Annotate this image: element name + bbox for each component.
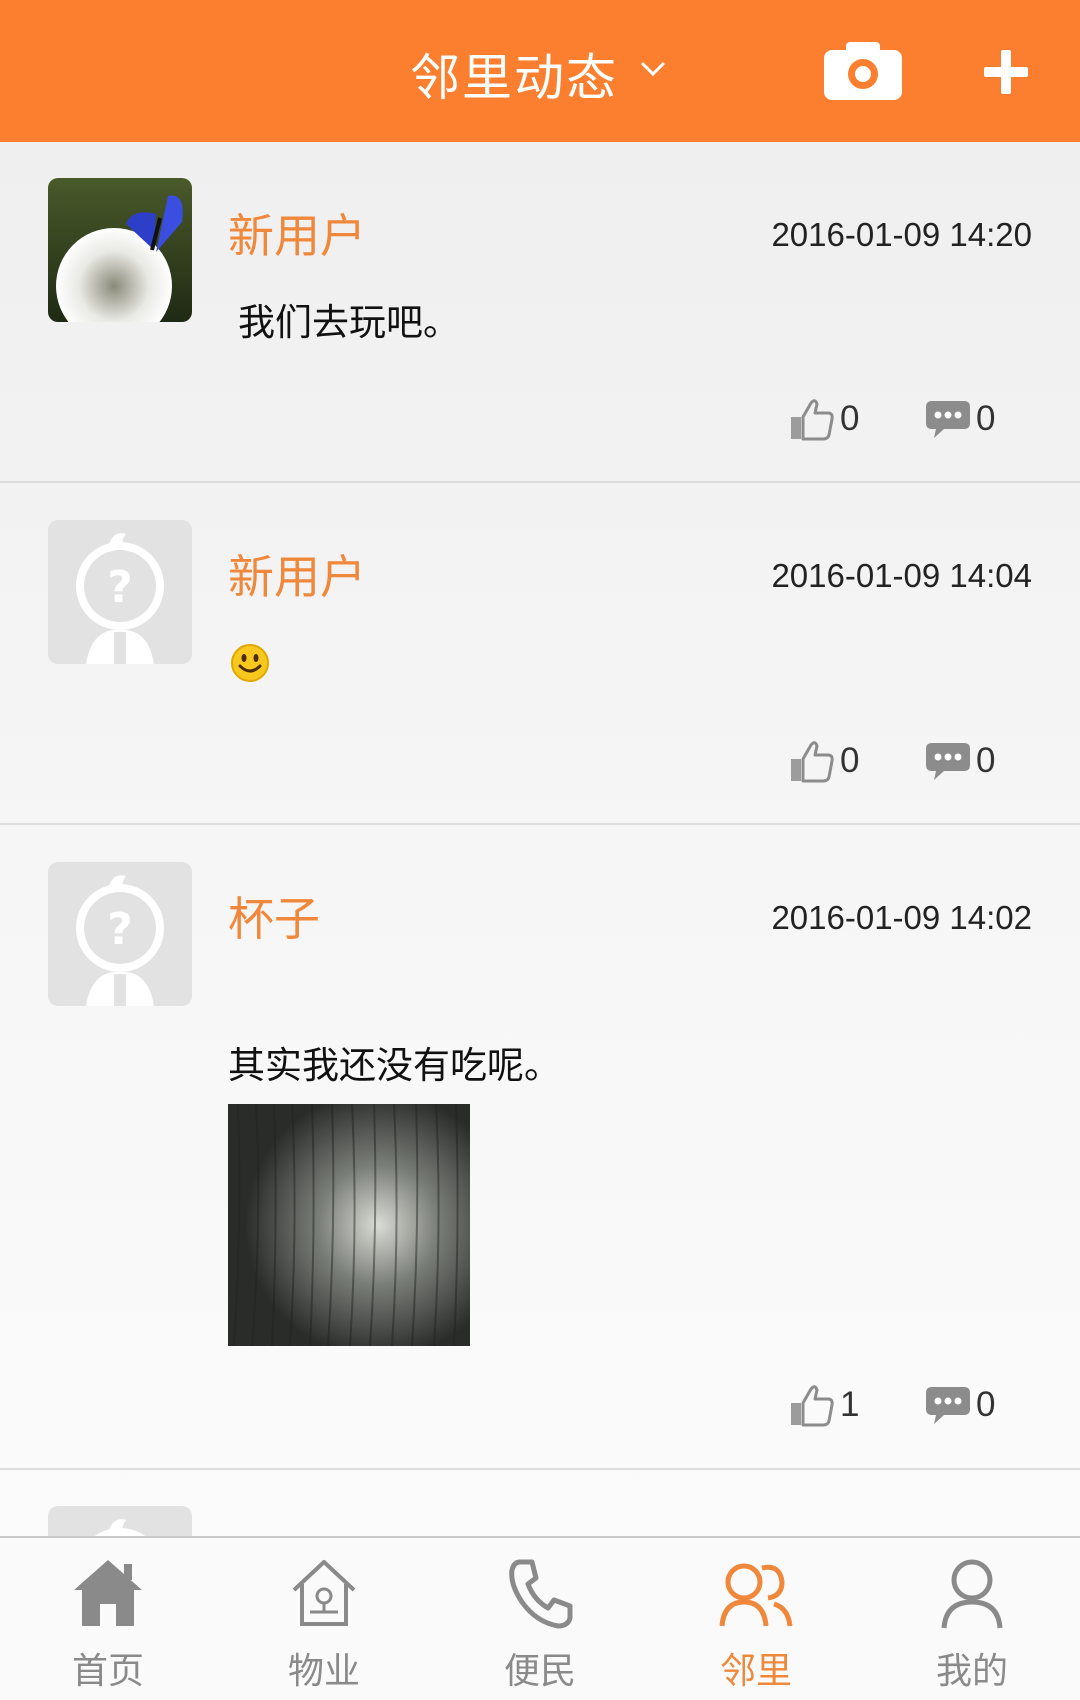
comment-icon [924,1381,972,1429]
smiley-emoji [231,644,269,682]
tab-neighbors[interactable]: 邻里 [648,1538,864,1700]
phone-icon [509,1559,573,1629]
post-item[interactable]: 新用户 2016-01-09 14:04 0 0 [0,483,1080,825]
post-time: 2016-01-09 14:04 [771,557,1032,594]
top-bar: 邻里动态 [0,0,1080,142]
like-count: 0 [840,741,860,780]
thumbs-up-icon [788,737,836,785]
comment-count: 0 [976,741,996,780]
butterfly-dandelion-photo [48,178,192,322]
tab-property[interactable]: 物业 [216,1538,432,1700]
username[interactable]: 杯子 [228,883,320,949]
thumbs-up-icon [788,395,836,443]
user-icon [941,1559,1003,1629]
plus-icon[interactable] [982,48,1030,96]
default-avatar [48,1506,192,1536]
comment-button[interactable]: 0 [924,1380,995,1430]
avatar[interactable] [48,862,192,1006]
like-button[interactable]: 1 [788,1380,859,1430]
avatar[interactable] [48,1506,192,1536]
chevron-down-icon[interactable] [640,56,666,82]
tab-home[interactable]: 首页 [0,1538,216,1700]
feed-list[interactable]: 新用户 2016-01-09 14:20 我们去玩吧。 0 0 新用户 2016… [0,142,1080,1536]
comment-count: 0 [976,399,996,438]
comment-button[interactable]: 0 [924,394,995,444]
avatar[interactable] [48,520,192,664]
like-button[interactable]: 0 [788,394,859,444]
page-title[interactable]: 邻里动态 [410,38,618,110]
camera-icon[interactable] [824,40,902,100]
tab-label: 物业 [287,1651,360,1692]
tab-label: 首页 [71,1651,144,1692]
like-count: 1 [840,1385,860,1424]
tab-label: 便民 [503,1651,576,1692]
neighbors-icon [719,1563,793,1627]
thumbs-up-icon [788,1381,836,1429]
tab-label: 邻里 [719,1651,792,1692]
post-time: 2016-01-09 14:20 [771,216,1032,253]
like-count: 0 [840,399,860,438]
comment-icon [924,737,972,785]
post-text: 其实我还没有吃呢。 [228,1044,561,1087]
comment-icon [924,395,972,443]
like-button[interactable]: 0 [788,736,859,786]
avatar[interactable] [48,178,192,322]
username[interactable]: 新用户 [228,541,366,607]
post-time: 2016-01-09 14:02 [771,899,1032,936]
post-item[interactable]: 新用户 2016-01-09 14:20 我们去玩吧。 0 0 [0,142,1080,483]
tab-label: 我的 [935,1651,1008,1692]
default-avatar [48,520,192,664]
username[interactable]: 新用户 [228,200,366,266]
tab-me[interactable]: 我的 [864,1538,1080,1700]
wood-grain-photo[interactable] [228,1104,470,1346]
property-icon [292,1560,356,1626]
default-avatar [48,862,192,1006]
bottom-tab-bar: 首页 物业 便民 邻里 我的 [0,1536,1080,1700]
post-item[interactable]: 杯子 2016-01-09 14:02 其实我还没有吃呢。 1 0 [0,825,1080,1470]
comment-button[interactable]: 0 [924,736,995,786]
post-text: 我们去玩吧。 [238,301,460,344]
tab-services[interactable]: 便民 [432,1538,648,1700]
home-icon [74,1560,142,1626]
comment-count: 0 [976,1385,996,1424]
post-item[interactable] [0,1470,1080,1536]
